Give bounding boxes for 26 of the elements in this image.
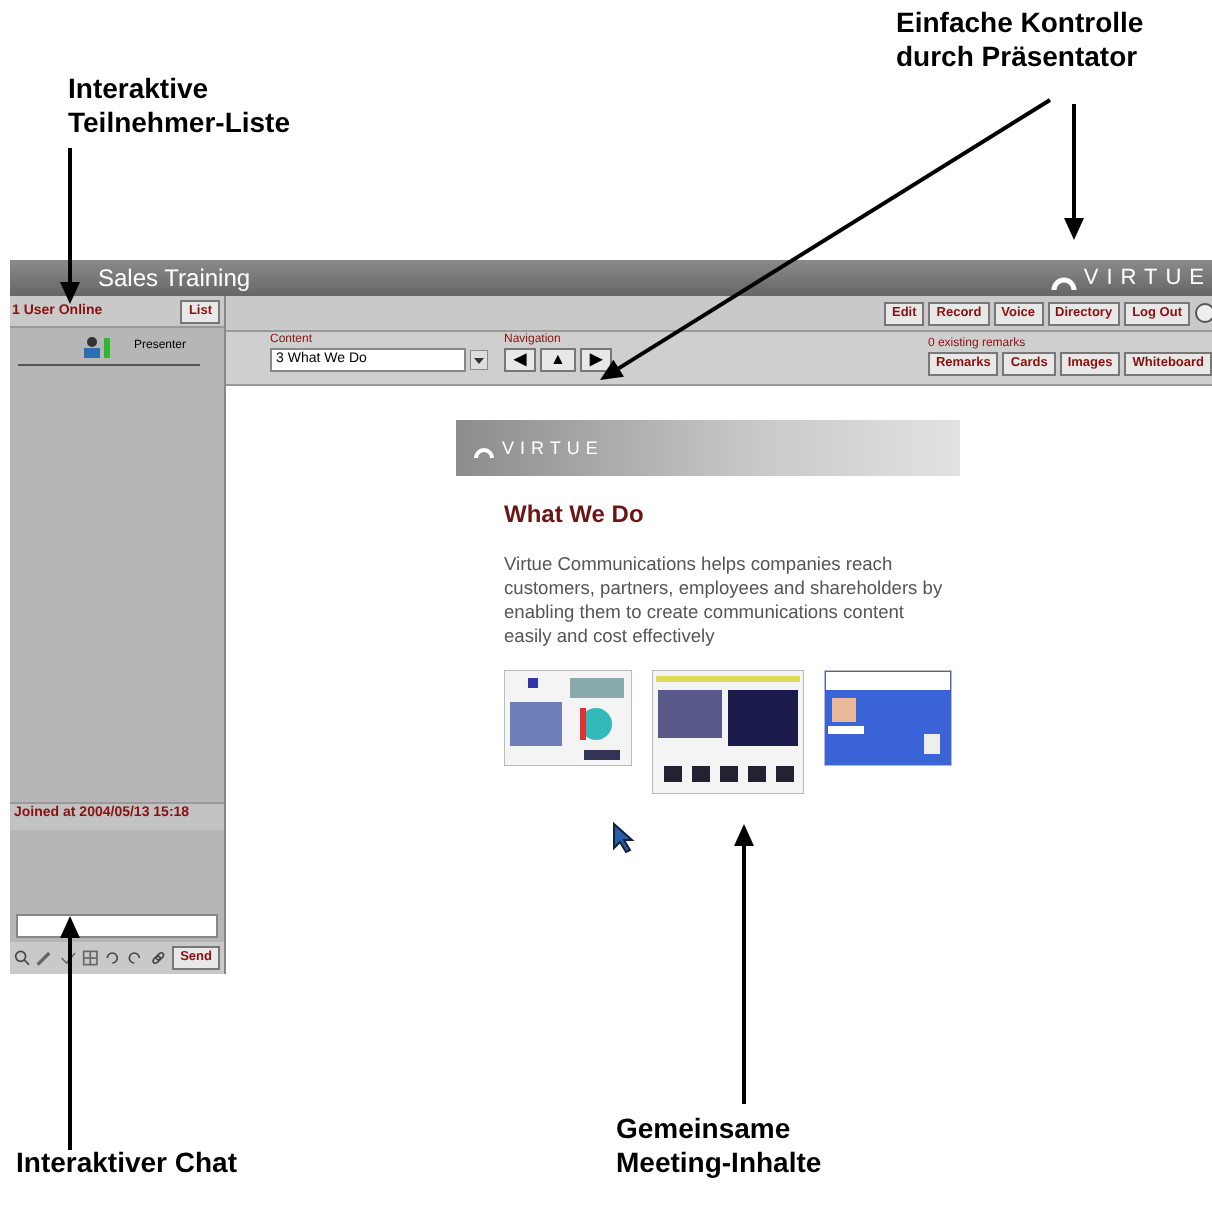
search-icon[interactable] [14, 948, 31, 968]
slide-title: What We Do [504, 500, 646, 528]
dropdown-arrow-icon[interactable] [470, 350, 488, 370]
check-icon[interactable] [59, 948, 76, 968]
mouse-pointer-icon [612, 822, 636, 854]
undo-icon[interactable] [104, 948, 121, 968]
arrow [1064, 104, 1084, 240]
navigation-button[interactable]: ▶ [579, 348, 612, 372]
navigation-button[interactable]: ◀ [504, 348, 536, 372]
slide-text: Virtue Communications helps companies reach customers, partners, employees and shareholders by enabling them to create communications content easily and cost effectively [504, 552, 945, 648]
logo-text: VIRTUE [502, 438, 604, 458]
redo-icon[interactable] [126, 948, 144, 968]
callout-label: Interaktive Teilnehmer-Liste [68, 72, 292, 140]
person-icon [82, 335, 110, 357]
pencil-icon[interactable] [36, 948, 54, 968]
link-icon[interactable] [149, 948, 167, 968]
callout-label: Interaktiver Chat [16, 1146, 239, 1180]
navigation-button[interactable]: ▲ [540, 348, 576, 372]
callout-label: Einfache Kontrolle durch Präsentator [896, 6, 1146, 74]
callout-label: Gemeinsame Meeting-Inhalte [616, 1112, 824, 1180]
window-title: Sales Training [98, 264, 251, 292]
grid-icon[interactable] [81, 948, 99, 968]
chat-input-field[interactable] [16, 914, 218, 938]
screenshot-thumbnail-drawing [504, 670, 632, 766]
screenshot-thumbnail-drawing [824, 670, 952, 766]
logo-text: VIRTUE [1083, 266, 1212, 290]
